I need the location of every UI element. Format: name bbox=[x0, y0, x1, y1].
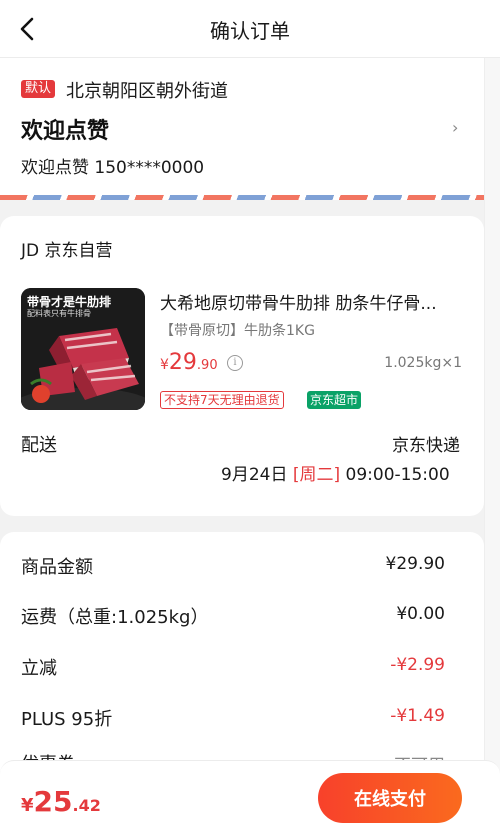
product-image-subcaption: 配料表只有牛排骨 bbox=[27, 309, 91, 318]
product-quantity: 1.025kg×1 bbox=[384, 355, 462, 371]
total-currency: ¥ bbox=[21, 795, 34, 816]
discount-value: -¥2.99 bbox=[390, 655, 445, 675]
product-price: ¥29.90 bbox=[160, 350, 218, 375]
scrollbar[interactable] bbox=[484, 58, 500, 831]
chevron-right-icon[interactable]: › bbox=[452, 431, 458, 450]
shipping-fee-value: ¥0.00 bbox=[396, 604, 445, 624]
address-recipient-name: 欢迎点赞 bbox=[21, 119, 110, 144]
order-total: ¥25.42 bbox=[21, 785, 101, 818]
delivery-window: 09:00-15:00 bbox=[345, 465, 450, 485]
shipping-fee-label: 运费（总重:1.025kg） bbox=[21, 607, 209, 628]
airmail-stripe-divider bbox=[0, 195, 484, 200]
discount-label: 立减 bbox=[21, 658, 57, 679]
shipping-method[interactable]: 京东快递 bbox=[392, 431, 460, 456]
jd-supermarket-tag: 京东超市 bbox=[307, 391, 362, 409]
delivery-time[interactable]: 9月24日 [周二] 09:00-15:00 bbox=[221, 460, 450, 485]
chevron-right-icon[interactable]: › bbox=[452, 118, 458, 137]
pay-online-button[interactable]: 在线支付 bbox=[318, 773, 462, 823]
product-image[interactable]: 带骨才是牛肋排 配料表只有牛排骨 bbox=[21, 288, 145, 410]
price-currency: ¥ bbox=[160, 357, 169, 373]
subtotal-label: 商品金额 bbox=[21, 557, 93, 578]
price-decimal: .90 bbox=[196, 358, 218, 373]
total-decimal: .42 bbox=[72, 796, 101, 815]
address-region: 北京朝阳区朝外街道 bbox=[66, 81, 228, 102]
page-title: 确认订单 bbox=[210, 19, 290, 43]
price-integer: 29 bbox=[168, 350, 197, 375]
top-bar: 确认订单 bbox=[0, 0, 500, 58]
address-contact: 欢迎点赞 150****0000 bbox=[21, 158, 205, 178]
shop-name: JD 京东自营 bbox=[21, 241, 113, 261]
info-icon[interactable]: i bbox=[227, 355, 243, 371]
subtotal-value: ¥29.90 bbox=[385, 554, 445, 574]
default-address-badge: 默认 bbox=[21, 80, 56, 98]
total-integer: 25 bbox=[33, 785, 73, 818]
product-title[interactable]: 大希地原切带骨牛肋排 肋条牛仔骨... bbox=[160, 289, 466, 314]
plus-discount-label: PLUS 95折 bbox=[21, 709, 113, 730]
delivery-weekday: [周二] bbox=[292, 465, 341, 485]
no-return-tag: 不支持7天无理由退货 bbox=[160, 391, 284, 409]
shipping-label: 配送 bbox=[21, 435, 57, 456]
delivery-date: 9月24日 bbox=[221, 465, 288, 485]
product-spec: 【带骨原切】牛肋条1KG bbox=[160, 323, 315, 339]
plus-discount-value: -¥1.49 bbox=[390, 706, 445, 726]
